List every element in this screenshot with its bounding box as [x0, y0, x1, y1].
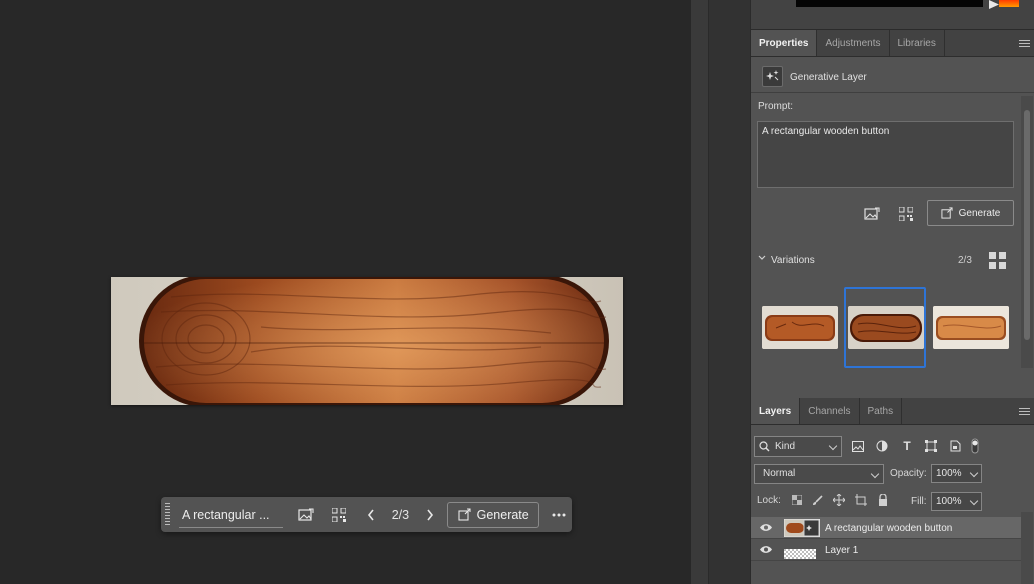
filter-kind-select[interactable]: Kind: [754, 436, 842, 457]
chevron-down-icon[interactable]: [757, 253, 767, 263]
properties-scrollbar[interactable]: [1021, 96, 1033, 368]
chevron-down-icon[interactable]: [969, 468, 979, 478]
more-options-icon[interactable]: [546, 502, 572, 528]
artboard-lock-icon[interactable]: [854, 493, 868, 507]
blend-mode-value: Normal: [763, 468, 796, 479]
layer-row[interactable]: Layer 1: [751, 539, 1021, 561]
prompt-textarea[interactable]: A rectangular wooden button: [757, 121, 1014, 188]
lock-label: Lock:: [757, 495, 781, 506]
adjustment-layer-filter-icon[interactable]: [874, 438, 890, 454]
properties-tab-bar: Properties Adjustments Libraries: [751, 30, 1034, 57]
variations-count: 2/3: [958, 255, 972, 266]
tab-properties[interactable]: Properties: [751, 30, 818, 56]
layers-scrollbar[interactable]: [1021, 512, 1033, 584]
canvas-scrollbar[interactable]: [691, 0, 708, 584]
variation-thumbnail-3[interactable]: [933, 306, 1009, 349]
right-panel: Properties Adjustments Libraries Generat…: [750, 0, 1034, 584]
sparkle-icon: [762, 66, 783, 87]
qr-grid-icon[interactable]: [326, 502, 352, 528]
generate-icon: [458, 508, 471, 521]
generate-icon: [941, 207, 953, 219]
drag-handle[interactable]: [165, 502, 170, 527]
search-icon: [759, 441, 770, 452]
variations-label: Variations: [771, 255, 815, 266]
tab-channels[interactable]: Channels: [800, 398, 860, 424]
generative-layer-header: Generative Layer: [751, 58, 1034, 93]
foreground-color-swatch[interactable]: [999, 0, 1019, 7]
variation-thumbnail-1[interactable]: [762, 306, 838, 349]
layer-type-label: Generative Layer: [790, 72, 867, 83]
layer-row[interactable]: A rectangular wooden button: [751, 517, 1021, 539]
layer-thumbnail: [784, 519, 820, 537]
tab-libraries[interactable]: Libraries: [890, 30, 945, 56]
chevron-down-icon[interactable]: [969, 496, 979, 506]
shape-layer-filter-icon[interactable]: [923, 438, 939, 454]
chevron-right-icon[interactable]: [417, 502, 443, 528]
tab-paths[interactable]: Paths: [860, 398, 903, 424]
type-layer-filter-icon[interactable]: T: [899, 438, 915, 454]
layer-name[interactable]: A rectangular wooden button: [825, 523, 952, 534]
layer-name[interactable]: Layer 1: [825, 545, 858, 556]
lock-icon[interactable]: [876, 493, 890, 507]
eye-icon[interactable]: [759, 523, 773, 532]
panel-menu-icon[interactable]: [1019, 408, 1030, 416]
chevron-down-icon: [828, 441, 838, 451]
prompt-label: Prompt:: [758, 101, 794, 112]
lock-transparency-icon[interactable]: [790, 493, 804, 507]
transparent-layer-thumbnail: [784, 549, 816, 559]
canvas-artwork-wooden-button[interactable]: [111, 277, 623, 405]
opacity-label: Opacity:: [890, 468, 927, 479]
chevron-left-icon[interactable]: [358, 502, 384, 528]
qr-grid-icon[interactable]: [897, 205, 915, 223]
color-spectrum-bar[interactable]: [796, 0, 983, 7]
opacity-input[interactable]: 100%: [931, 464, 982, 483]
fill-label: Fill:: [911, 496, 927, 507]
smart-object-filter-icon[interactable]: [947, 438, 963, 454]
reference-image-icon[interactable]: [293, 502, 319, 528]
contextual-task-bar: A rectangular ... 2/3 Generate: [161, 497, 572, 532]
generate-button[interactable]: Generate: [447, 501, 540, 528]
chevron-down-icon: [870, 469, 880, 479]
fill-input[interactable]: 100%: [931, 492, 982, 511]
filter-toggle-icon[interactable]: [967, 438, 983, 454]
variation-counter: 2/3: [391, 507, 410, 522]
filter-kind-label: Kind: [775, 441, 796, 452]
pixel-layer-filter-icon[interactable]: [850, 438, 866, 454]
eye-icon[interactable]: [759, 545, 773, 554]
opacity-value: 100%: [936, 468, 962, 479]
brush-icon[interactable]: [810, 493, 824, 507]
color-panel-strip: [751, 0, 1034, 30]
generate-button-label: Generate: [476, 507, 529, 522]
collapsed-panel-dock: [708, 0, 750, 584]
layer-filter-row: Kind T: [754, 436, 1034, 458]
generate-button-label: Generate: [958, 207, 1001, 219]
properties-generate-button[interactable]: Generate: [927, 200, 1014, 226]
tab-layers[interactable]: Layers: [751, 398, 801, 424]
play-icon[interactable]: [989, 0, 999, 9]
panel-menu-icon[interactable]: [1019, 40, 1030, 48]
fill-value: 100%: [936, 496, 962, 507]
canvas-area[interactable]: A rectangular ... 2/3 Generate: [0, 0, 691, 584]
contextual-prompt-field[interactable]: A rectangular ...: [178, 502, 283, 528]
selected-variation-outline: [844, 287, 926, 368]
move-icon[interactable]: [832, 493, 846, 507]
blend-mode-select[interactable]: Normal: [754, 464, 884, 484]
tab-adjustments[interactable]: Adjustments: [817, 30, 890, 56]
grid-view-icon[interactable]: [989, 252, 1006, 269]
reference-image-icon[interactable]: [863, 205, 881, 223]
layers-tab-bar: Layers Channels Paths: [751, 398, 1034, 425]
